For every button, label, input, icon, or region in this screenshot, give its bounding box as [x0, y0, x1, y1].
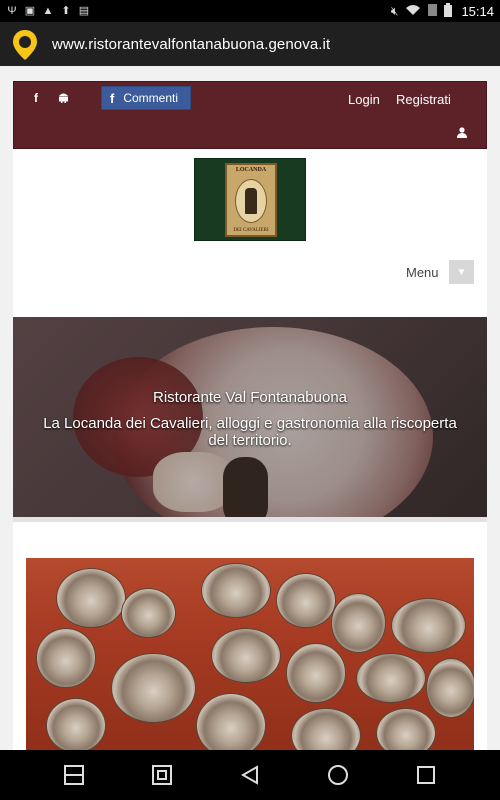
facebook-icon[interactable]: f [34, 91, 38, 105]
url-text[interactable]: www.ristorantevalfontanabuona.genova.it [52, 36, 330, 53]
snail-shell [196, 693, 266, 750]
status-right-icons: 🔇︎ 15:14 [390, 2, 494, 20]
snail-shell [121, 588, 176, 638]
android-icon[interactable] [58, 91, 69, 106]
wifi-icon [405, 4, 421, 19]
snail-shell [276, 573, 336, 628]
chevron-down-icon: ▼ [456, 266, 467, 278]
image-icon: ▣ [24, 5, 36, 17]
screenshot-icon[interactable] [148, 761, 176, 789]
snail-shell [56, 568, 126, 628]
snail-shell [426, 658, 474, 718]
snail-shell [291, 708, 361, 750]
comments-button-label: Commenti [123, 91, 179, 105]
battery-icon [444, 2, 453, 20]
snail-shell [201, 563, 271, 618]
site-container: f f Commenti Login Registrati LOCANDA DE… [13, 81, 487, 750]
snail-shell [36, 628, 96, 688]
mute-icon: 🔇︎ [390, 3, 399, 18]
status-bar: Ψ ▣ ▲ ⬆ ▤ 🔇︎ 15:14 [0, 0, 500, 22]
register-link[interactable]: Registrati [396, 92, 451, 107]
status-left-icons: Ψ ▣ ▲ ⬆ ▤ [6, 5, 90, 17]
hero-banner: Ristorante Val Fontanabuona La Locanda d… [13, 317, 487, 517]
back-icon[interactable] [236, 761, 264, 789]
web-page: f f Commenti Login Registrati LOCANDA DE… [0, 66, 500, 750]
menu-label[interactable]: Menu [406, 265, 439, 280]
snail-shell [391, 598, 466, 653]
menu-toggle-button[interactable]: ▼ [449, 260, 474, 284]
briefcase-icon: ▤ [78, 5, 90, 17]
site-logo[interactable]: LOCANDA DEI CAVALIERI [194, 158, 306, 241]
snails-dish-image [26, 558, 474, 750]
snail-shell [211, 628, 281, 683]
recents-split-icon[interactable] [60, 761, 88, 789]
logo-top-text: LOCANDA [235, 167, 267, 173]
status-time: 15:14 [461, 3, 494, 19]
hero-title: Ristorante Val Fontanabuona [152, 389, 348, 406]
login-link[interactable]: Login [348, 92, 380, 107]
logo-emblem: LOCANDA DEI CAVALIERI [225, 163, 277, 237]
logo-bottom-text: DEI CAVALIERI [233, 228, 269, 233]
facebook-icon: f [110, 90, 115, 106]
upload-icon: ⬆ [61, 5, 71, 17]
hero-subtitle: La Locanda dei Cavalieri, alloggi e gast… [43, 415, 457, 449]
snail-shell [376, 708, 436, 750]
usb-icon: Ψ [7, 5, 17, 17]
user-icon[interactable] [457, 125, 467, 143]
knight-icon [235, 179, 267, 223]
url-bar[interactable]: www.ristorantevalfontanabuona.genova.it [0, 22, 500, 66]
snail-shell [356, 653, 426, 703]
overview-icon[interactable] [412, 761, 440, 789]
system-nav-bar [0, 750, 500, 800]
snail-shell [111, 653, 196, 723]
home-icon[interactable] [324, 761, 352, 789]
snail-shell [46, 698, 106, 750]
comments-button[interactable]: f Commenti [101, 86, 191, 110]
snail-shell [286, 643, 346, 703]
warning-icon: ▲ [42, 5, 54, 17]
site-topbar: f f Commenti Login Registrati [13, 81, 487, 149]
sim-icon [428, 3, 438, 19]
snail-shell [331, 593, 386, 653]
hero-divider [13, 517, 487, 522]
location-pin-icon[interactable] [12, 29, 38, 60]
